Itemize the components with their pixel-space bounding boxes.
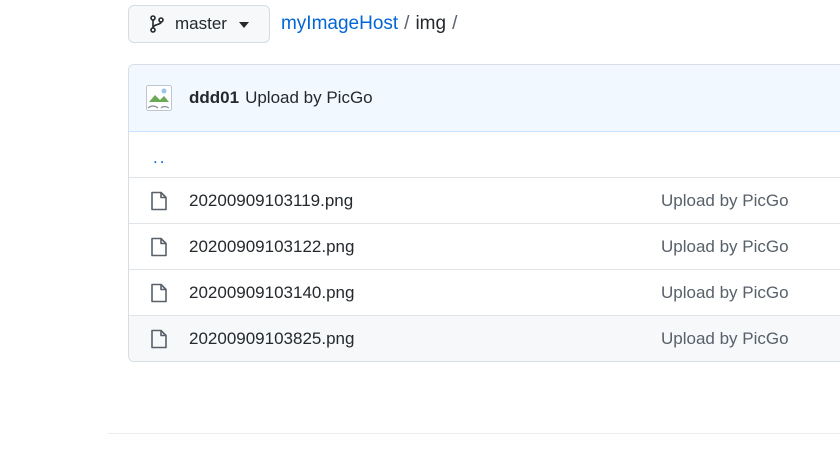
broken-image-icon[interactable]: [145, 84, 173, 112]
footer-divider: [108, 433, 840, 434]
file-icon: [151, 191, 167, 210]
breadcrumb-separator: /: [452, 13, 458, 34]
breadcrumb-repo-link[interactable]: myImageHost: [281, 13, 398, 35]
branch-select-button[interactable]: master: [128, 5, 270, 43]
file-list: ddd01 Upload by PicGo .. 20200909103119.…: [128, 64, 840, 362]
file-row[interactable]: 20200909103122.png Upload by PicGo: [129, 224, 840, 270]
file-icon: [151, 329, 167, 349]
breadcrumb-current-dir: img: [415, 13, 447, 34]
parent-directory-link[interactable]: ..: [153, 148, 166, 168]
file-commit-message-link[interactable]: Upload by PicGo: [661, 329, 789, 349]
file-name-link[interactable]: 20200909103122.png: [189, 237, 354, 257]
parent-directory-row[interactable]: ..: [129, 132, 840, 178]
breadcrumb-separator: /: [404, 13, 410, 34]
branch-name: master: [175, 14, 227, 33]
git-branch-icon: [150, 15, 164, 33]
file-name-link[interactable]: 20200909103825.png: [189, 329, 354, 349]
commit-author[interactable]: ddd01: [189, 88, 239, 108]
file-name-link[interactable]: 20200909103140.png: [189, 283, 354, 303]
latest-commit-bar: ddd01 Upload by PicGo: [129, 65, 840, 132]
file-commit-message-link[interactable]: Upload by PicGo: [661, 237, 789, 257]
file-row[interactable]: 20200909103140.png Upload by PicGo: [129, 270, 840, 316]
file-icon: [151, 237, 167, 256]
file-commit-message-link[interactable]: Upload by PicGo: [661, 283, 789, 303]
file-name-link[interactable]: 20200909103119.png: [189, 191, 353, 211]
file-row[interactable]: 20200909103119.png Upload by PicGo: [129, 178, 840, 224]
file-commit-message-link[interactable]: Upload by PicGo: [661, 191, 789, 211]
breadcrumb: myImageHost / img /: [281, 13, 463, 35]
file-icon: [151, 283, 167, 302]
chevron-down-icon: [238, 22, 249, 28]
commit-message[interactable]: Upload by PicGo: [245, 88, 373, 108]
repo-header: master myImageHost / img /: [128, 4, 463, 44]
file-row[interactable]: 20200909103825.png Upload by PicGo: [129, 316, 840, 361]
